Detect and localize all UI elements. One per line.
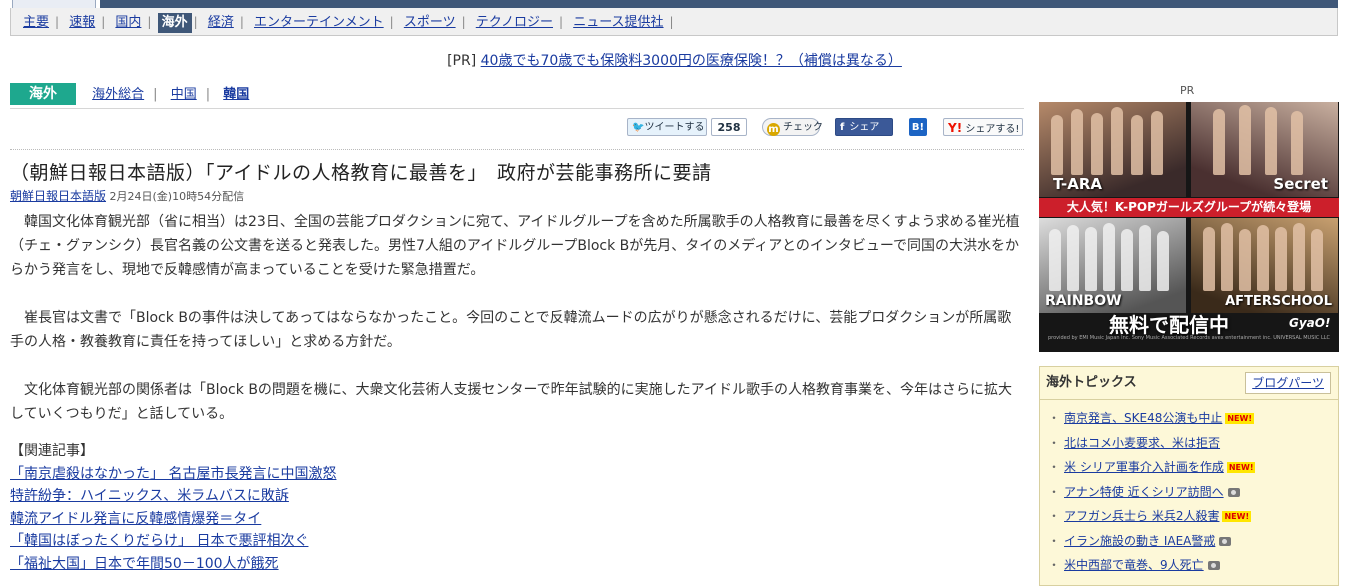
divider	[10, 108, 1024, 109]
pr-label: [PR]	[447, 53, 477, 69]
related-link[interactable]: 「韓国はぼったくりだらけ」 日本で悪評相次ぐ	[10, 530, 610, 553]
nav-item-entertainment[interactable]: エンターテインメント	[248, 9, 390, 37]
related-articles: 【関連記事】 「南京虐殺はなかった」 名古屋市長発言に中国激怒 特許紛争：ハイニ…	[10, 440, 610, 575]
topic-link[interactable]: 米中西部で竜巻、9人死亡	[1064, 558, 1204, 572]
category-badge: 海外	[10, 83, 76, 105]
camera-icon	[1219, 536, 1232, 546]
related-link[interactable]: 特許紛争：ハイニックス、米ラムバスに敗訴	[10, 485, 610, 508]
nav-item-domestic[interactable]: 国内	[109, 9, 147, 37]
yahoo-share-button[interactable]: Y! シェアする!	[943, 118, 1023, 136]
topic-link[interactable]: 北はコメ小麦要求、米は拒否	[1064, 436, 1220, 450]
related-link[interactable]: 「南京虐殺はなかった」 名古屋市長発言に中国激怒	[10, 463, 610, 486]
article-byline: 朝鮮日報日本語版 2月24日(金)10時54分配信	[10, 187, 244, 204]
tweet-count: 258	[711, 118, 747, 136]
new-badge: NEW!	[1225, 413, 1254, 424]
mixi-icon: m	[767, 123, 780, 136]
kpop-banner-ad[interactable]: T-ARA Secret 大人気！K-POPガールズグループが続々登場 RAIN…	[1039, 102, 1339, 352]
banner-credit: provided by EMI Music Japan Inc. Sony Mu…	[1047, 335, 1331, 341]
category-link-world-general[interactable]: 海外総合	[92, 87, 144, 102]
tweet-button[interactable]: 🐦ツイートする	[627, 118, 707, 136]
list-item: ・アナン特使 近くシリア訪問へ	[1048, 480, 1338, 505]
list-item: ・イラン施設の動き IAEA警戒	[1048, 529, 1338, 554]
banner-group-name: T-ARA	[1053, 175, 1103, 193]
camera-icon	[1227, 487, 1240, 497]
banner-photo-rainbow: RAINBOW	[1039, 218, 1186, 313]
top-bar-strip	[100, 0, 1338, 8]
blog-parts-button[interactable]: ブログパーツ	[1245, 372, 1331, 394]
list-item: ・北はコメ小麦要求、米は拒否	[1048, 435, 1221, 450]
new-badge: NEW!	[1222, 511, 1252, 522]
nav-item-world[interactable]: 海外	[157, 13, 192, 33]
topics-title: 海外トピックス	[1046, 375, 1137, 390]
topics-header: 海外トピックス ブログパーツ	[1040, 367, 1338, 400]
banner-photo-afterschool: AFTERSCHOOL	[1191, 218, 1338, 313]
hatena-bookmark-button[interactable]: B!	[909, 118, 927, 136]
category-link-korea[interactable]: 韓国	[223, 87, 249, 102]
pr-ad-link[interactable]: 40歳でも70歳でも保険料3000円の医療保険！？（補償は異なる）	[481, 53, 902, 69]
article-paragraph: 文化体育観光部の関係者は「Block Bの問題を機に、大衆文化芸術人支援センター…	[10, 382, 1012, 422]
divider	[10, 149, 1024, 150]
topics-list: ・南京発言、SKE48公演も中止 NEW! ・北はコメ小麦要求、米は拒否 ・米 シ…	[1040, 400, 1338, 578]
topic-link[interactable]: アナン特使 近くシリア訪問へ	[1064, 485, 1224, 499]
article-body: 韓国文化体育観光部（省に相当）は23日、全国の芸能プロダクションに宛て、アイドル…	[10, 210, 1020, 450]
facebook-icon: f	[840, 122, 845, 133]
nav-item-providers[interactable]: ニュース提供社	[567, 9, 669, 37]
topic-link[interactable]: 南京発言、SKE48公演も中止	[1064, 411, 1222, 425]
category-row: 海外 海外総合 | 中国 | 韓国	[10, 83, 249, 105]
article-date: 2月24日(金)10時54分配信	[109, 190, 245, 203]
banner-photo-secret: Secret	[1191, 102, 1338, 197]
gyao-logo: GyaO!	[1289, 316, 1331, 330]
twitter-bird-icon: 🐦	[632, 122, 645, 133]
category-nav: 主要 | 速報 | 国内 | 海外 | 経済 | エンターテインメント | スポーツ | テク…	[10, 8, 1338, 36]
list-item: ・米 シリア軍事介入計画を作成 NEW!	[1048, 460, 1256, 474]
top-bar	[0, 0, 1349, 9]
nav-item-technology[interactable]: テクノロジー	[470, 9, 559, 37]
banner-group-name: Secret	[1273, 175, 1328, 193]
topic-link[interactable]: アフガン兵士ら 米兵2人殺害	[1064, 509, 1219, 523]
list-item: ・米中西部で竜巻、9人死亡	[1048, 553, 1338, 578]
article-paragraph: 崔長官は文書で「Block Bの事件は決してあってはならなかったこと。今回のこと…	[10, 310, 1012, 350]
article-paragraph: 韓国文化体育観光部（省に相当）は23日、全国の芸能プロダクションに宛て、アイドル…	[10, 214, 1020, 278]
source-link[interactable]: 朝鮮日報日本語版	[10, 189, 106, 203]
related-heading: 【関連記事】	[10, 443, 94, 459]
topic-link[interactable]: 米 シリア軍事介入計画を作成	[1064, 460, 1224, 474]
banner-free-streaming: 無料で配信中	[1109, 313, 1229, 337]
list-item: ・南京発言、SKE48公演も中止 NEW!	[1048, 411, 1254, 425]
facebook-share-button[interactable]: f シェア	[835, 118, 893, 136]
new-badge: NEW!	[1226, 462, 1256, 473]
mixi-check-button[interactable]: m チェック	[762, 118, 823, 136]
related-link[interactable]: 韓流アイドル発言に反韓感情爆発＝タイ	[10, 508, 610, 531]
yahoo-icon: Y!	[948, 121, 963, 135]
nav-item-economy[interactable]: 経済	[202, 9, 240, 37]
article-title: （朝鮮日報日本語版）「アイドルの人格教育に最善を」 政府が芸能事務所に要請	[10, 162, 712, 184]
topic-link[interactable]: イラン施設の動き IAEA警戒	[1064, 534, 1215, 548]
nav-item-main[interactable]: 主要	[11, 9, 55, 37]
category-link-china[interactable]: 中国	[171, 87, 197, 102]
world-topics-box: 海外トピックス ブログパーツ ・南京発言、SKE48公演も中止 NEW! ・北はコ…	[1039, 366, 1339, 586]
related-link[interactable]: 「福祉大国」日本で年間50－100人が餓死	[10, 553, 610, 576]
nav-item-sports[interactable]: スポーツ	[398, 9, 462, 37]
sidebar-pr-label: PR	[1180, 84, 1195, 97]
camera-icon	[1207, 561, 1220, 570]
pr-text-ad: [PR] 40歳でも70歳でも保険料3000円の医療保険！？（補償は異なる）	[0, 50, 1349, 70]
nav-item-flash[interactable]: 速報	[63, 9, 101, 37]
list-item: ・アフガン兵士ら 米兵2人殺害 NEW!	[1048, 509, 1252, 523]
banner-group-name: RAINBOW	[1045, 293, 1122, 309]
banner-photo-t-ara: T-ARA	[1039, 102, 1186, 197]
banner-tagline: 大人気！K-POPガールズグループが続々登場	[1039, 198, 1339, 217]
banner-group-name: AFTERSCHOOL	[1225, 294, 1332, 309]
